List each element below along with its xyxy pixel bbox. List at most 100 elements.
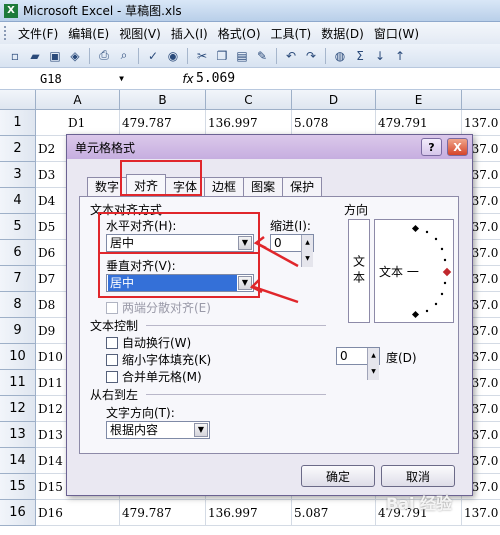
row-header[interactable]: 10: [0, 344, 36, 370]
menu-grip-icon[interactable]: [4, 26, 7, 40]
watermark: Bai 经验: [386, 494, 453, 513]
copy-icon[interactable]: ❐: [213, 47, 231, 65]
formula-value[interactable]: 5.069: [196, 71, 235, 86]
menu-edit[interactable]: 编辑(E): [63, 25, 114, 42]
row-header[interactable]: 12: [0, 396, 36, 422]
row-header[interactable]: 14: [0, 448, 36, 474]
chevron-down-icon[interactable]: ▼: [194, 423, 208, 437]
indent-stepper[interactable]: 0 ▲ ▼: [270, 234, 314, 267]
column-header[interactable]: A: [36, 90, 120, 110]
column-header[interactable]: C: [206, 90, 292, 110]
chevron-down-icon[interactable]: ▼: [238, 276, 252, 290]
menu-insert[interactable]: 插入(I): [166, 25, 213, 42]
checkbox-box[interactable]: [106, 336, 118, 349]
chevron-down-icon[interactable]: ▼: [119, 74, 124, 83]
spin-up-icon[interactable]: ▲: [367, 348, 379, 364]
horizontal-align-select[interactable]: 居中 ▼: [106, 234, 254, 252]
help-button[interactable]: ?: [421, 138, 442, 156]
paste-icon[interactable]: ▤: [233, 47, 251, 65]
checkbox-box[interactable]: [106, 370, 118, 383]
table-cell[interactable]: 479.787: [120, 500, 206, 526]
table-cell[interactable]: 5.087: [292, 500, 376, 526]
row-header[interactable]: 8: [0, 292, 36, 318]
row-header[interactable]: 6: [0, 240, 36, 266]
row-header[interactable]: 9: [0, 318, 36, 344]
column-header[interactable]: [462, 90, 500, 110]
shrink-to-fit-checkbox[interactable]: 缩小字体填充(K): [106, 351, 211, 368]
table-cell[interactable]: D16: [36, 500, 120, 526]
tab-protection[interactable]: 保护: [282, 177, 323, 197]
table-cell[interactable]: 136.997: [206, 110, 292, 136]
cut-icon[interactable]: ✂: [193, 47, 211, 65]
row-header[interactable]: 4: [0, 188, 36, 214]
new-file-icon[interactable]: ▫: [6, 47, 24, 65]
orientation-dial[interactable]: 文本 一: [374, 219, 454, 323]
table-cell[interactable]: 137.0: [462, 500, 500, 526]
menu-view[interactable]: 视图(V): [114, 25, 166, 42]
tab-patterns[interactable]: 图案: [243, 177, 284, 197]
table-cell[interactable]: 479.791: [376, 110, 462, 136]
menu-bar: 文件(F) 编辑(E) 视图(V) 插入(I) 格式(O) 工具(T) 数据(D…: [0, 22, 500, 44]
row-header[interactable]: 7: [0, 266, 36, 292]
degree-stepper[interactable]: 0 ▲ ▼: [336, 347, 380, 380]
hyperlink-icon[interactable]: ◍: [331, 47, 349, 65]
menu-window[interactable]: 窗口(W): [369, 25, 424, 42]
cancel-button[interactable]: 取消: [381, 465, 455, 487]
vertical-text-button[interactable]: 文本: [348, 219, 370, 323]
menu-tools[interactable]: 工具(T): [266, 25, 317, 42]
spin-down-icon[interactable]: ▼: [301, 251, 313, 267]
open-folder-icon[interactable]: ▰: [26, 47, 44, 65]
row-header[interactable]: 5: [0, 214, 36, 240]
table-cell[interactable]: 137.0: [462, 110, 500, 136]
column-header[interactable]: B: [120, 90, 206, 110]
research-icon[interactable]: ◉: [164, 47, 182, 65]
checkbox-box[interactable]: [106, 353, 118, 366]
column-header[interactable]: E: [376, 90, 462, 110]
menu-file[interactable]: 文件(F): [13, 25, 63, 42]
save-icon[interactable]: ▣: [46, 47, 64, 65]
row-header[interactable]: 13: [0, 422, 36, 448]
merge-cells-checkbox[interactable]: 合并单元格(M): [106, 368, 202, 385]
tab-number[interactable]: 数字: [87, 177, 128, 197]
distributed-checkbox[interactable]: 两端分散对齐(E): [106, 299, 211, 316]
vertical-align-select[interactable]: 居中 ▼: [106, 274, 254, 292]
undo-icon[interactable]: ↶: [282, 47, 300, 65]
name-box[interactable]: G18 ▼: [4, 70, 130, 88]
chevron-down-icon[interactable]: ▼: [238, 236, 252, 250]
menu-format[interactable]: 格式(O): [213, 25, 266, 42]
text-direction-select[interactable]: 根据内容 ▼: [106, 421, 210, 439]
print-preview-icon[interactable]: ⌕: [115, 47, 133, 65]
close-button[interactable]: X: [447, 138, 468, 156]
tab-border[interactable]: 边框: [204, 177, 245, 197]
table-cell[interactable]: 136.997: [206, 500, 292, 526]
menu-data[interactable]: 数据(D): [316, 25, 369, 42]
print-icon[interactable]: ⎙: [95, 47, 113, 65]
wrap-text-checkbox[interactable]: 自动换行(W): [106, 334, 191, 351]
toolbar-separator: [89, 47, 90, 64]
column-header[interactable]: D: [292, 90, 376, 110]
spin-up-icon[interactable]: ▲: [301, 235, 313, 251]
redo-icon[interactable]: ↷: [302, 47, 320, 65]
table-cell[interactable]: D1: [36, 110, 120, 136]
row-header[interactable]: 15: [0, 474, 36, 500]
table-cell[interactable]: 5.078: [292, 110, 376, 136]
tab-font[interactable]: 字体: [165, 177, 206, 197]
tab-alignment[interactable]: 对齐: [126, 174, 167, 197]
checkbox-box[interactable]: [106, 301, 118, 314]
format-painter-icon[interactable]: ✎: [253, 47, 271, 65]
row-header[interactable]: 11: [0, 370, 36, 396]
row-header[interactable]: 3: [0, 162, 36, 188]
sort-descending-icon[interactable]: ↑: [391, 47, 409, 65]
row-header[interactable]: 2: [0, 136, 36, 162]
select-all-corner[interactable]: [0, 90, 36, 110]
row-header[interactable]: 1: [0, 110, 36, 136]
row-header[interactable]: 16: [0, 500, 36, 526]
spelling-icon[interactable]: ✓: [144, 47, 162, 65]
autosum-icon[interactable]: Σ: [351, 47, 369, 65]
ok-button[interactable]: 确定: [301, 465, 375, 487]
sort-ascending-icon[interactable]: ↓: [371, 47, 389, 65]
vertical-label: 垂直对齐(V):: [106, 259, 176, 273]
table-cell[interactable]: 479.787: [120, 110, 206, 136]
permission-icon[interactable]: ◈: [66, 47, 84, 65]
spin-down-icon[interactable]: ▼: [367, 364, 379, 380]
